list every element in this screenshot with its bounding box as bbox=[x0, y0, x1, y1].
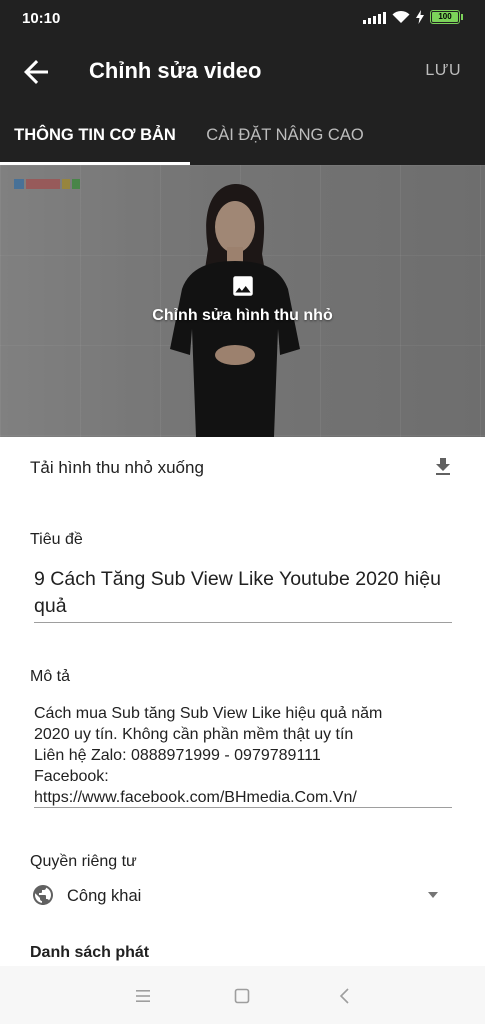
arrow-back-icon bbox=[24, 60, 48, 84]
globe-icon bbox=[33, 885, 53, 905]
wifi-icon bbox=[392, 10, 410, 23]
edit-thumbnail-label: Chỉnh sửa hình thu nhỏ bbox=[152, 307, 333, 324]
title-underline bbox=[34, 622, 452, 623]
description-label: Mô tả bbox=[30, 668, 71, 685]
chevron-down-icon bbox=[428, 892, 438, 898]
image-icon bbox=[232, 276, 253, 296]
back-button[interactable] bbox=[18, 54, 54, 90]
tab-advanced-settings[interactable]: CÀI ĐẶT NÂNG CAO bbox=[190, 106, 380, 165]
status-icons: 100 bbox=[363, 10, 463, 24]
status-time: 10:10 bbox=[22, 10, 61, 27]
title-input[interactable]: 9 Cách Tăng Sub View Like Youtube 2020 h… bbox=[34, 566, 452, 620]
battery-icon: 100 bbox=[430, 10, 463, 24]
privacy-label: Quyền riêng tư bbox=[30, 853, 137, 870]
page-title: Chỉnh sửa video bbox=[89, 58, 262, 83]
app-bar: Chỉnh sửa video LƯU bbox=[0, 38, 485, 106]
thumbnail-preview[interactable]: Chỉnh sửa hình thu nhỏ bbox=[0, 165, 485, 437]
system-nav-bar bbox=[0, 966, 485, 1024]
title-label: Tiêu đề bbox=[30, 531, 83, 548]
tab-bar: THÔNG TIN CƠ BẢN CÀI ĐẶT NÂNG CAO bbox=[0, 106, 485, 165]
playlist-label: Danh sách phát bbox=[30, 944, 150, 961]
menu-icon[interactable] bbox=[133, 986, 153, 1006]
signal-icon bbox=[363, 11, 386, 24]
download-icon[interactable] bbox=[431, 455, 455, 479]
description-line: Cách mua Sub tăng Sub View Like hiệu quả… bbox=[34, 705, 383, 722]
description-underline bbox=[34, 807, 452, 808]
privacy-dropdown[interactable]: Công khai bbox=[30, 880, 440, 912]
charging-icon bbox=[416, 10, 424, 24]
description-line: Liên hệ Zalo: 0888971999 - 0979789111 bbox=[34, 747, 321, 764]
home-icon[interactable] bbox=[232, 986, 252, 1006]
battery-level: 100 bbox=[432, 12, 458, 22]
tab-basic-info[interactable]: THÔNG TIN CƠ BẢN bbox=[0, 106, 190, 165]
download-thumbnail-row[interactable]: Tải hình thu nhỏ xuống bbox=[0, 437, 485, 499]
status-bar: 10:10 100 bbox=[0, 0, 485, 38]
description-line: Facebook: bbox=[34, 768, 109, 785]
privacy-value: Công khai bbox=[67, 887, 142, 905]
description-input[interactable]: Cách mua Sub tăng Sub View Like hiệu quả… bbox=[34, 703, 452, 808]
description-line: https://www.facebook.com/BHmedia.Com.Vn/ bbox=[34, 789, 357, 806]
download-thumbnail-label: Tải hình thu nhỏ xuống bbox=[30, 458, 204, 477]
nav-back-icon[interactable] bbox=[335, 986, 355, 1006]
save-button[interactable]: LƯU bbox=[425, 62, 461, 80]
description-line: 2020 uy tín. Không cần phần mềm thật uy … bbox=[34, 726, 354, 743]
edit-thumbnail-button[interactable]: Chỉnh sửa hình thu nhỏ bbox=[0, 273, 485, 325]
